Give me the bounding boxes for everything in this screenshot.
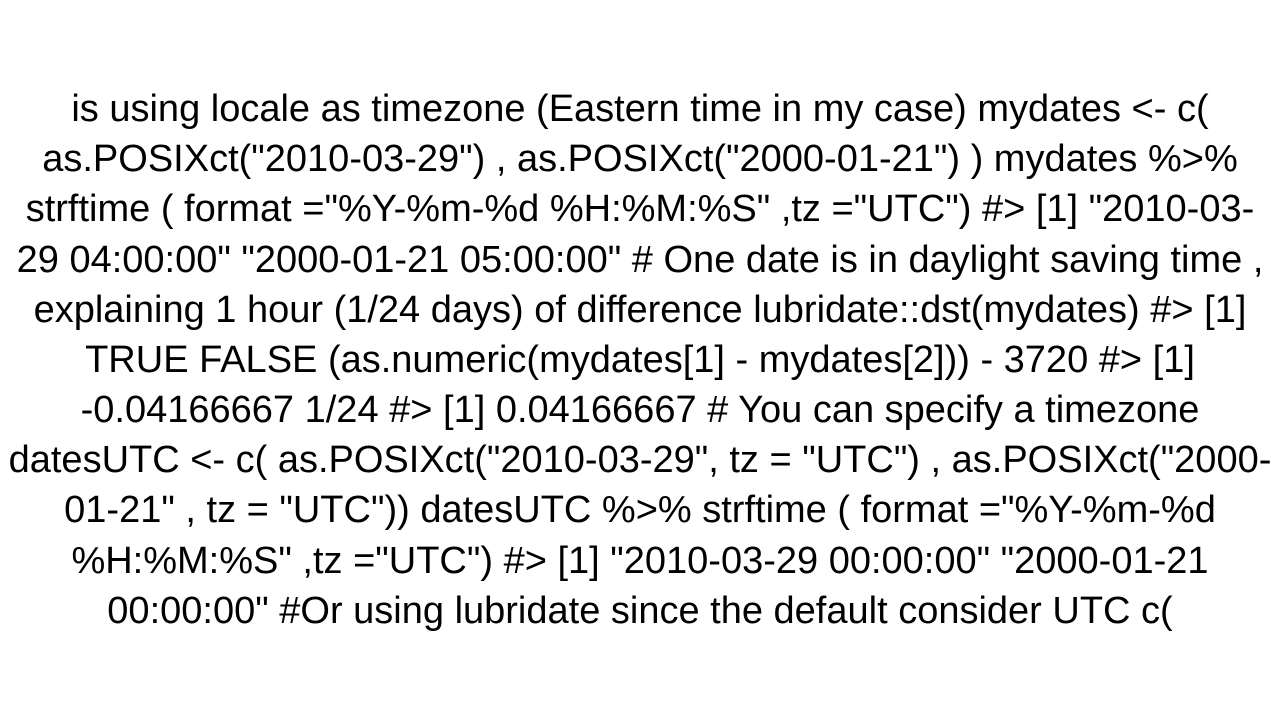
code-text-block: is using locale as timezone (Eastern tim… [0, 84, 1280, 636]
